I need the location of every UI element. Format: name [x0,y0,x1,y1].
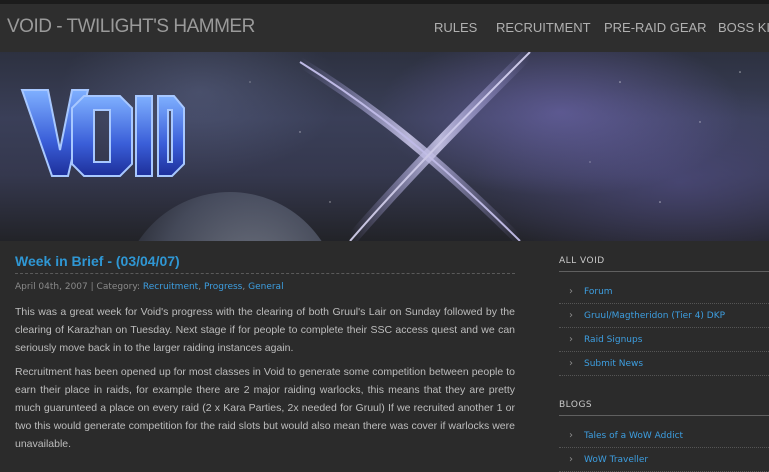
sidebar-item-forum[interactable]: › Forum [559,280,769,304]
header-banner [0,52,769,241]
sidebar-item-dkp[interactable]: › Gruul/Magtheridon (Tier 4) DKP [559,304,769,328]
post-date: April 04th, 2007 [15,282,88,292]
post-divider [15,273,515,274]
sidebar-item-wow-traveller[interactable]: › WoW Traveller [559,448,769,472]
post-meta: April 04th, 2007 | Category: Recruitment… [15,282,284,292]
category-label: Category: [96,282,141,292]
sidebar-link-label[interactable]: Tales of a WoW Addict [584,431,683,441]
sidebar-link-label[interactable]: Submit News [584,359,643,369]
header-bar: VOID - TWILIGHT'S HAMMER RULES RECRUITME… [0,0,769,52]
category-link-recruitment[interactable]: Recruitment [143,282,198,292]
chevron-right-icon: › [569,358,573,369]
sidebar-link-label[interactable]: Raid Signups [584,335,642,345]
nav-recruitment[interactable]: RECRUITMENT [496,20,591,35]
sidebar-heading-blogs: BLOGS [559,400,593,410]
void-logo [20,89,185,177]
chevron-right-icon: › [569,430,573,441]
category-link-general[interactable]: General [248,282,283,292]
sidebar-link-label[interactable]: Gruul/Magtheridon (Tier 4) DKP [584,311,725,321]
chevron-right-icon: › [569,310,573,321]
sidebar-link-label[interactable]: Forum [584,287,613,297]
sidebar-item-tales-of-a-wow-addict[interactable]: › Tales of a WoW Addict [559,424,769,448]
sidebar-heading-all-void: ALL VOID [559,256,605,266]
chevron-right-icon: › [569,454,573,465]
post-paragraph: Recruitment has been opened up for most … [15,366,515,450]
banner-artwork [20,52,741,241]
sidebar-item-submit-news[interactable]: › Submit News [559,352,769,376]
nav-rules[interactable]: RULES [434,20,477,35]
nav-boss-kills[interactable]: BOSS KIL [718,20,769,35]
chevron-right-icon: › [569,286,573,297]
category-link-progress[interactable]: Progress [204,282,242,292]
sidebar-divider [559,415,769,416]
sidebar-item-raid-signups[interactable]: › Raid Signups [559,328,769,352]
post-paragraph: This was a great week for Void's progres… [15,306,515,354]
nav-pre-raid-gear[interactable]: PRE-RAID GEAR [604,20,707,35]
post-title[interactable]: Week in Brief - (03/04/07) [15,253,180,269]
chevron-right-icon: › [569,334,573,345]
main-nav: RULES RECRUITMENT PRE-RAID GEAR BOSS KIL [0,4,769,56]
sidebar-link-label[interactable]: WoW Traveller [584,455,648,465]
sidebar-divider [559,271,769,272]
